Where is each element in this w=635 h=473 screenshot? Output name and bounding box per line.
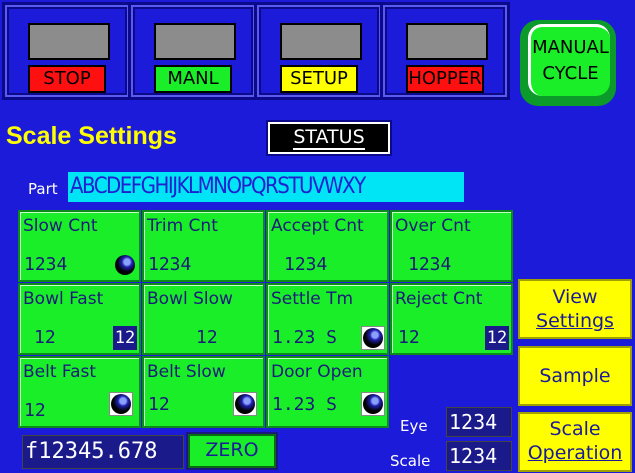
knob-icon xyxy=(363,328,383,348)
part-field[interactable]: ABCDEFGHIJKLMNOPQRSTUVWXY xyxy=(68,172,464,202)
slow-cnt-cell[interactable]: Slow Cnt 1234 xyxy=(18,210,141,282)
stop-label: STOP xyxy=(28,65,106,93)
belt-slow-label: Belt Slow xyxy=(147,362,226,382)
manual-cycle-line2: CYCLE xyxy=(542,63,599,84)
view-settings-line2: Settings xyxy=(536,310,614,332)
trim-cnt-value: 1234 xyxy=(148,254,192,275)
bowl-slow-label: Bowl Slow xyxy=(147,289,233,309)
accept-cnt-cell[interactable]: Accept Cnt 1234 xyxy=(266,210,389,282)
scale-operation-line2: Operation xyxy=(527,442,623,464)
bowl-slow-cell[interactable]: Bowl Slow 12 xyxy=(142,283,265,355)
knob-icon xyxy=(235,394,255,414)
door-open-value: 1.23 S xyxy=(272,394,338,415)
door-open-knob[interactable] xyxy=(361,392,385,416)
manual-label: MANL xyxy=(154,65,232,93)
door-open-cell[interactable]: Door Open 1.23 S xyxy=(266,356,389,428)
belt-slow-knob[interactable] xyxy=(233,392,257,416)
slow-cnt-label: Slow Cnt xyxy=(23,216,98,236)
eye-label: Eye xyxy=(400,417,428,435)
manual-mode-button[interactable]: MANL xyxy=(128,2,258,100)
reject-cnt-cell[interactable]: Reject Cnt 12 12 xyxy=(390,283,513,355)
manual-cycle-line1: MANUAL xyxy=(532,37,609,58)
hopper-label: HOPPER xyxy=(406,65,484,93)
belt-slow-value: 12 xyxy=(148,394,170,415)
settle-tm-cell[interactable]: Settle Tm 1.23 S xyxy=(266,283,389,355)
eye-value: 1234 xyxy=(446,407,512,437)
reject-cnt-value: 12 xyxy=(398,327,420,348)
status-label: STATUS xyxy=(293,126,365,150)
reject-cnt-label: Reject Cnt xyxy=(395,289,483,309)
bowl-fast-value: 12 xyxy=(34,327,56,348)
status-button[interactable]: STATUS xyxy=(266,120,392,156)
view-settings-line1: View xyxy=(552,286,598,308)
belt-slow-cell[interactable]: Belt Slow 12 xyxy=(142,356,265,428)
bowl-slow-value: 12 xyxy=(196,327,218,348)
sample-button[interactable]: Sample xyxy=(518,346,632,406)
part-label: Part xyxy=(28,180,58,198)
setup-indicator-lamp xyxy=(280,23,362,60)
view-settings-button[interactable]: View Settings xyxy=(518,279,632,339)
scale-operation-line1: Scale xyxy=(549,418,601,440)
hopper-indicator-lamp xyxy=(406,23,488,60)
over-cnt-value: 1234 xyxy=(408,254,452,275)
zero-button[interactable]: ZERO xyxy=(186,432,278,470)
setup-mode-button[interactable]: SETUP xyxy=(254,2,384,100)
weight-readout: f12345.678 xyxy=(22,435,184,469)
bowl-fast-cell[interactable]: Bowl Fast 12 12 xyxy=(18,283,141,355)
knob-icon xyxy=(363,394,383,414)
scale-operation-button[interactable]: Scale Operation xyxy=(518,412,632,472)
accept-cnt-label: Accept Cnt xyxy=(271,216,364,236)
manual-cycle-button[interactable]: MANUAL CYCLE xyxy=(528,24,610,96)
slow-cnt-knob-icon[interactable] xyxy=(115,255,135,275)
page-title: Scale Settings xyxy=(6,122,177,150)
hopper-mode-button[interactable]: HOPPER xyxy=(380,2,510,100)
bowl-fast-label: Bowl Fast xyxy=(23,289,104,309)
stop-mode-button[interactable]: STOP xyxy=(2,2,132,100)
reject-cnt-setpoint[interactable]: 12 xyxy=(485,326,509,350)
setup-label: SETUP xyxy=(280,65,358,93)
slow-cnt-value: 1234 xyxy=(24,254,68,275)
settle-tm-value: 1.23 S xyxy=(272,327,338,348)
bowl-fast-setpoint[interactable]: 12 xyxy=(113,326,137,350)
knob-icon xyxy=(111,394,131,414)
stop-indicator-lamp xyxy=(28,23,110,60)
over-cnt-cell[interactable]: Over Cnt 1234 xyxy=(390,210,513,282)
belt-fast-label: Belt Fast xyxy=(23,362,97,382)
belt-fast-cell[interactable]: Belt Fast 12 xyxy=(18,356,141,428)
settle-tm-label: Settle Tm xyxy=(271,289,354,309)
manual-indicator-lamp xyxy=(154,23,236,60)
settle-tm-knob[interactable] xyxy=(361,326,385,350)
scale-value: 1234 xyxy=(446,441,512,471)
over-cnt-label: Over Cnt xyxy=(395,216,471,236)
belt-fast-knob[interactable] xyxy=(109,392,133,416)
belt-fast-value: 12 xyxy=(24,400,46,421)
accept-cnt-value: 1234 xyxy=(284,254,328,275)
door-open-label: Door Open xyxy=(271,362,363,382)
trim-cnt-cell[interactable]: Trim Cnt 1234 xyxy=(142,210,265,282)
scale-label: Scale xyxy=(390,452,431,470)
trim-cnt-label: Trim Cnt xyxy=(147,216,218,236)
